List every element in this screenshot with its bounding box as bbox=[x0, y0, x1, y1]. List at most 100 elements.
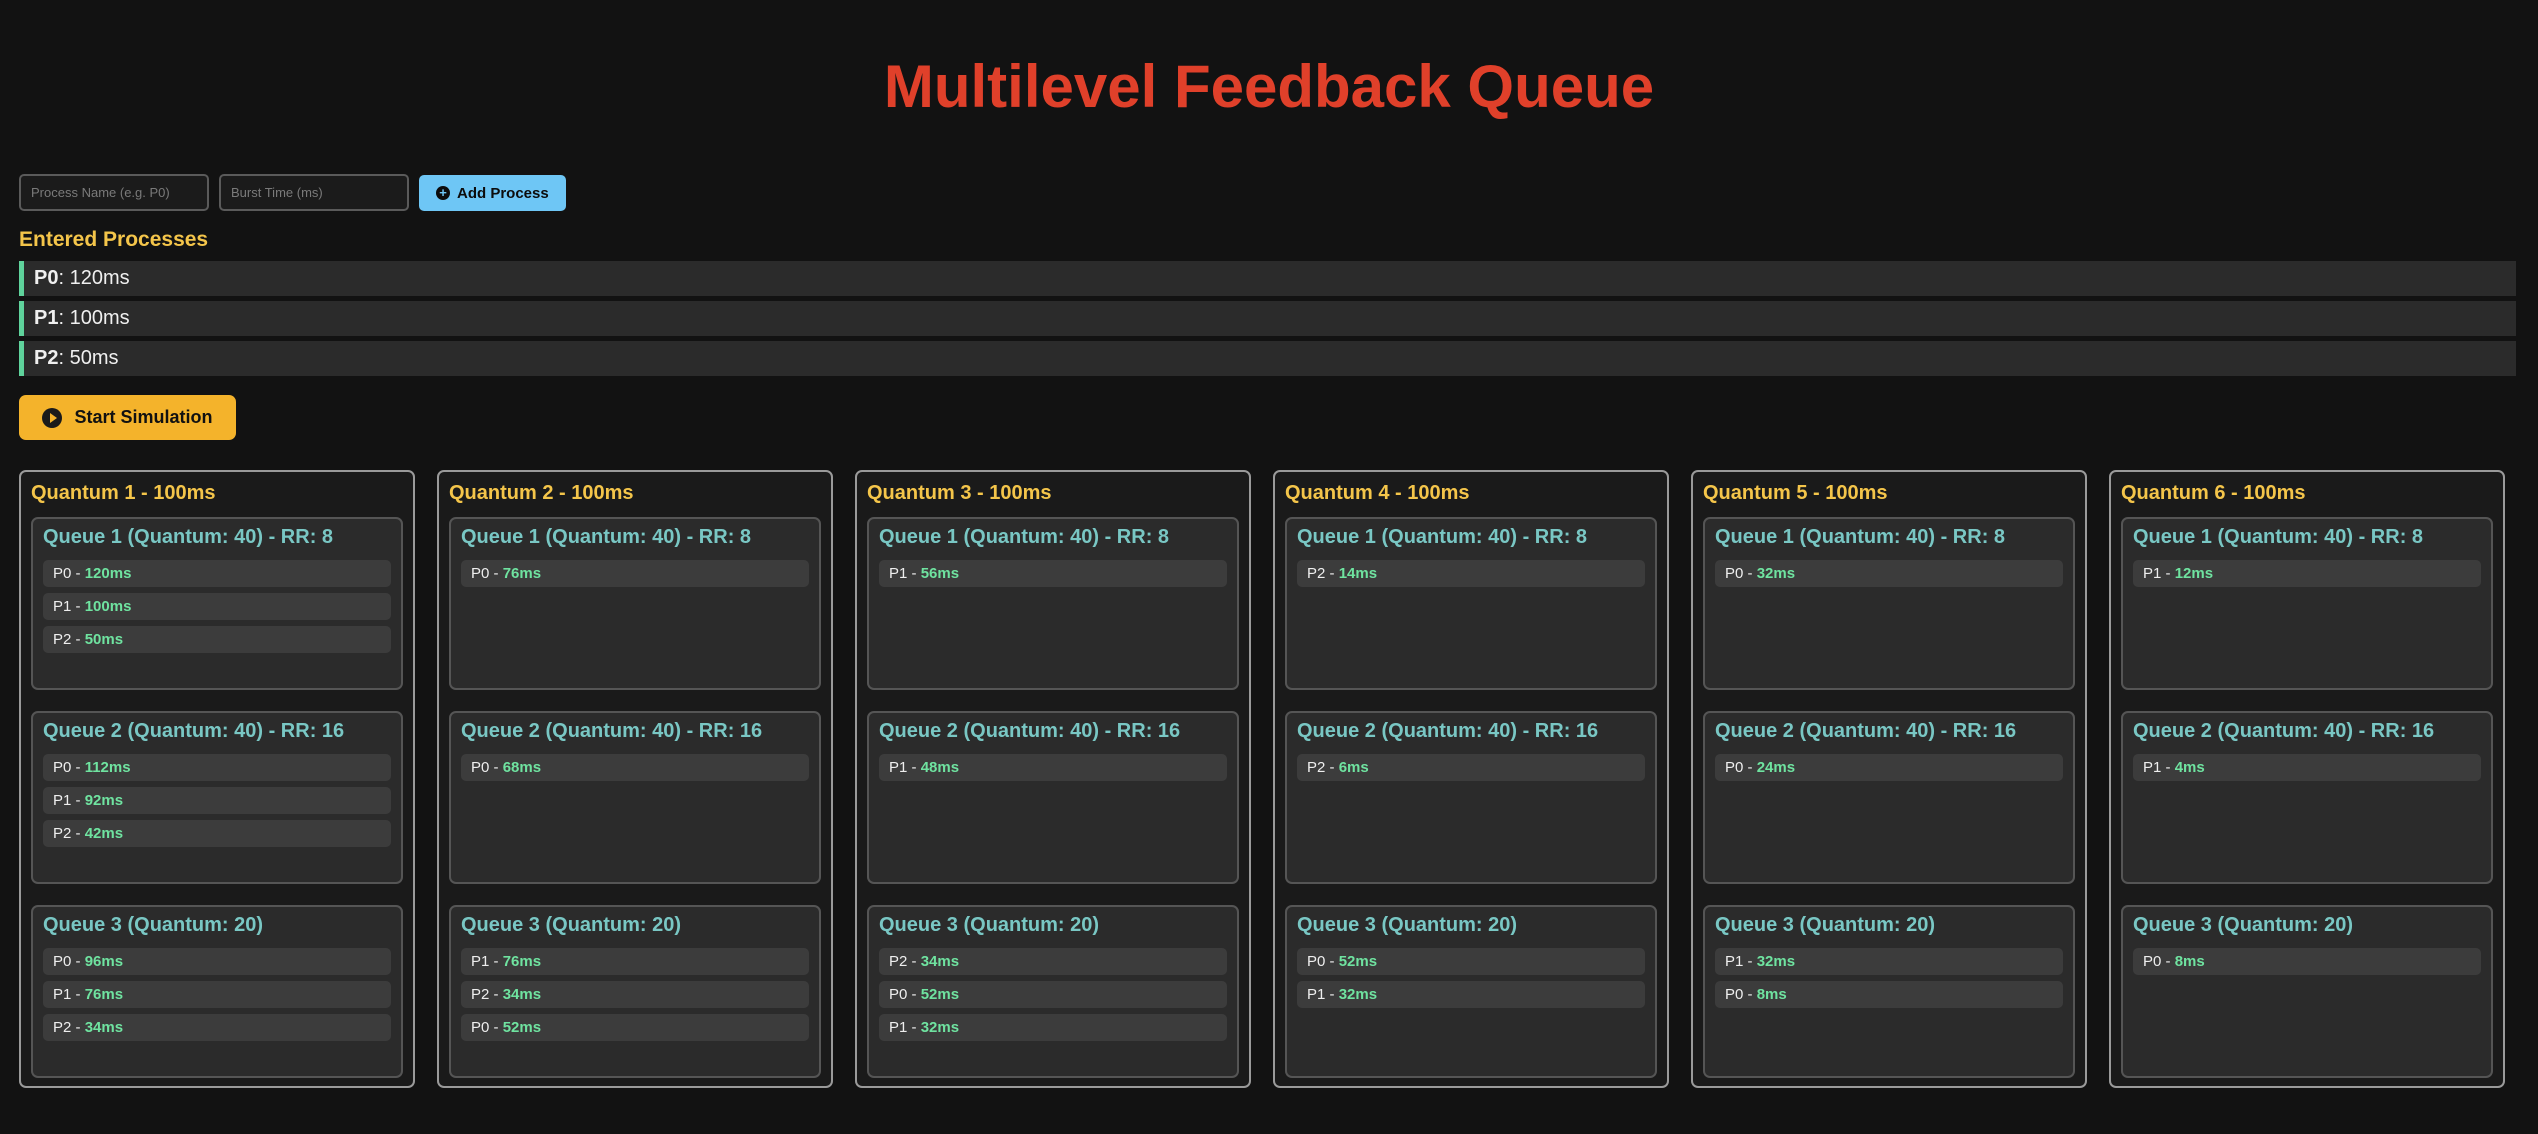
play-circle-icon bbox=[42, 407, 63, 428]
queue-box: Queue 2 (Quantum: 40) - RR: 16 P1 - 48ms bbox=[867, 711, 1239, 884]
queue-box: Queue 1 (Quantum: 40) - RR: 8 P1 - 56ms bbox=[867, 517, 1239, 690]
entered-process-item: P0: 120ms bbox=[19, 261, 2516, 296]
queue-process-name: P2 bbox=[889, 953, 908, 970]
queue-process-name: P1 bbox=[889, 1019, 908, 1036]
queue-process-item: P2 - 6ms bbox=[1297, 754, 1645, 781]
queue-process-item: P2 - 34ms bbox=[43, 1014, 391, 1041]
queue-process-item: P0 - 24ms bbox=[1715, 754, 2063, 781]
queue-process-name: P1 bbox=[471, 953, 490, 970]
queue-process-item: P2 - 42ms bbox=[43, 820, 391, 847]
separator: - bbox=[1325, 565, 1339, 582]
queue-title: Queue 2 (Quantum: 40) - RR: 16 bbox=[2133, 720, 2435, 742]
separator: - bbox=[71, 759, 85, 776]
separator: - bbox=[71, 792, 85, 809]
quantum-title: Quantum 5 - 100ms bbox=[1703, 482, 1888, 504]
queue-box: Queue 3 (Quantum: 20) P1 - 32ms P0 - 8ms bbox=[1703, 905, 2075, 1078]
queue-process-name: P1 bbox=[889, 759, 908, 776]
queue-process-name: P1 bbox=[1725, 953, 1744, 970]
separator: - bbox=[489, 759, 503, 776]
queue-title: Queue 3 (Quantum: 20) bbox=[879, 914, 1100, 936]
queue-process-name: P0 bbox=[471, 759, 490, 776]
queue-process-name: P1 bbox=[1307, 986, 1326, 1003]
separator: - bbox=[1325, 759, 1339, 776]
quantum-title: Quantum 4 - 100ms bbox=[1285, 482, 1470, 504]
queue-process-item: P0 - 8ms bbox=[2133, 948, 2481, 975]
add-process-form: + Add Process bbox=[19, 174, 566, 211]
queue-process-name: P2 bbox=[471, 986, 490, 1003]
quantum-title: Quantum 6 - 100ms bbox=[2121, 482, 2306, 504]
separator: - bbox=[1325, 953, 1339, 970]
queue-process-name: P1 bbox=[53, 986, 72, 1003]
queue-title: Queue 1 (Quantum: 40) - RR: 8 bbox=[43, 526, 334, 548]
queue-process-name: P0 bbox=[53, 953, 72, 970]
add-process-button[interactable]: + Add Process bbox=[419, 175, 566, 211]
queue-process-item: P1 - 100ms bbox=[43, 593, 391, 620]
queue-process-name: P2 bbox=[53, 825, 72, 842]
queue-process-name: P0 bbox=[1725, 986, 1744, 1003]
queue-box: Queue 3 (Quantum: 20) P1 - 76ms P2 - 34ms P… bbox=[449, 905, 821, 1078]
queue-box: Queue 3 (Quantum: 20) P2 - 34ms P0 - 52ms P… bbox=[867, 905, 1239, 1078]
queue-process-remaining-time: 32ms bbox=[920, 1019, 960, 1036]
queue-title: Queue 2 (Quantum: 40) - RR: 16 bbox=[1297, 720, 1599, 742]
queue-process-remaining-time: 34ms bbox=[502, 986, 542, 1003]
separator: - bbox=[71, 953, 85, 970]
queue-process-remaining-time: 4ms bbox=[2174, 759, 2205, 776]
queue-process-item: P0 - 52ms bbox=[879, 981, 1227, 1008]
queue-process-name: P1 bbox=[2143, 759, 2162, 776]
queue-process-remaining-time: 76ms bbox=[502, 953, 542, 970]
queue-title: Queue 1 (Quantum: 40) - RR: 8 bbox=[461, 526, 752, 548]
queue-box: Queue 3 (Quantum: 20) P0 - 96ms P1 - 76ms P… bbox=[31, 905, 403, 1078]
burst-time-input[interactable] bbox=[219, 174, 409, 211]
separator: - bbox=[2161, 759, 2175, 776]
queue-process-remaining-time: 34ms bbox=[84, 1019, 124, 1036]
queue-process-item: P1 - 76ms bbox=[43, 981, 391, 1008]
queue-process-item: P0 - 76ms bbox=[461, 560, 809, 587]
queue-process-remaining-time: 32ms bbox=[1338, 986, 1378, 1003]
queue-process-item: P2 - 34ms bbox=[461, 981, 809, 1008]
queue-process-remaining-time: 6ms bbox=[1338, 759, 1369, 776]
queue-box: Queue 1 (Quantum: 40) - RR: 8 P0 - 32ms bbox=[1703, 517, 2075, 690]
queue-box: Queue 1 (Quantum: 40) - RR: 8 P0 - 120ms P… bbox=[31, 517, 403, 690]
queue-process-item: P1 - 92ms bbox=[43, 787, 391, 814]
queue-process-remaining-time: 52ms bbox=[502, 1019, 542, 1036]
entered-processes-heading: Entered Processes bbox=[19, 228, 209, 251]
queue-title: Queue 2 (Quantum: 40) - RR: 16 bbox=[461, 720, 763, 742]
separator: - bbox=[2161, 953, 2175, 970]
queue-box: Queue 2 (Quantum: 40) - RR: 16 P0 - 112ms… bbox=[31, 711, 403, 884]
queue-process-name: P1 bbox=[2143, 565, 2162, 582]
process-name: P2 bbox=[34, 347, 59, 369]
queue-process-remaining-time: 112ms bbox=[84, 759, 131, 776]
separator: - bbox=[71, 825, 85, 842]
queue-title: Queue 1 (Quantum: 40) - RR: 8 bbox=[879, 526, 1170, 548]
start-simulation-button[interactable]: Start Simulation bbox=[19, 395, 236, 440]
queue-process-name: P0 bbox=[889, 986, 908, 1003]
process-name-input[interactable] bbox=[19, 174, 209, 211]
plus-circle-icon: + bbox=[436, 186, 450, 200]
quantum-panel: Quantum 2 - 100ms Queue 1 (Quantum: 40) -… bbox=[437, 470, 833, 1088]
queue-process-name: P0 bbox=[53, 759, 72, 776]
queue-process-name: P0 bbox=[1725, 759, 1744, 776]
queue-box: Queue 1 (Quantum: 40) - RR: 8 P1 - 12ms bbox=[2121, 517, 2493, 690]
queue-title: Queue 1 (Quantum: 40) - RR: 8 bbox=[2133, 526, 2424, 548]
queue-process-remaining-time: 76ms bbox=[84, 986, 124, 1003]
quantum-panel: Quantum 3 - 100ms Queue 1 (Quantum: 40) -… bbox=[855, 470, 1251, 1088]
queue-process-remaining-time: 12ms bbox=[2174, 565, 2214, 582]
queue-process-item: P0 - 120ms bbox=[43, 560, 391, 587]
queue-process-remaining-time: 50ms bbox=[84, 631, 124, 648]
separator: - bbox=[71, 631, 85, 648]
queue-process-name: P2 bbox=[53, 1019, 72, 1036]
queue-box: Queue 2 (Quantum: 40) - RR: 16 P1 - 4ms bbox=[2121, 711, 2493, 884]
queue-process-item: P0 - 8ms bbox=[1715, 981, 2063, 1008]
queue-title: Queue 1 (Quantum: 40) - RR: 8 bbox=[1715, 526, 2006, 548]
separator: - bbox=[71, 1019, 85, 1036]
quantum-panel: Quantum 4 - 100ms Queue 1 (Quantum: 40) -… bbox=[1273, 470, 1669, 1088]
queue-title: Queue 3 (Quantum: 20) bbox=[43, 914, 264, 936]
queue-process-name: P1 bbox=[889, 565, 908, 582]
queue-process-item: P0 - 52ms bbox=[1297, 948, 1645, 975]
separator: - bbox=[489, 986, 503, 1003]
queue-process-item: P1 - 32ms bbox=[879, 1014, 1227, 1041]
queue-process-remaining-time: 96ms bbox=[84, 953, 124, 970]
entered-process-list: P0: 120ms P1: 100ms P2: 50ms bbox=[19, 261, 2516, 381]
queue-process-item: P0 - 112ms bbox=[43, 754, 391, 781]
queue-process-name: P0 bbox=[2143, 953, 2162, 970]
